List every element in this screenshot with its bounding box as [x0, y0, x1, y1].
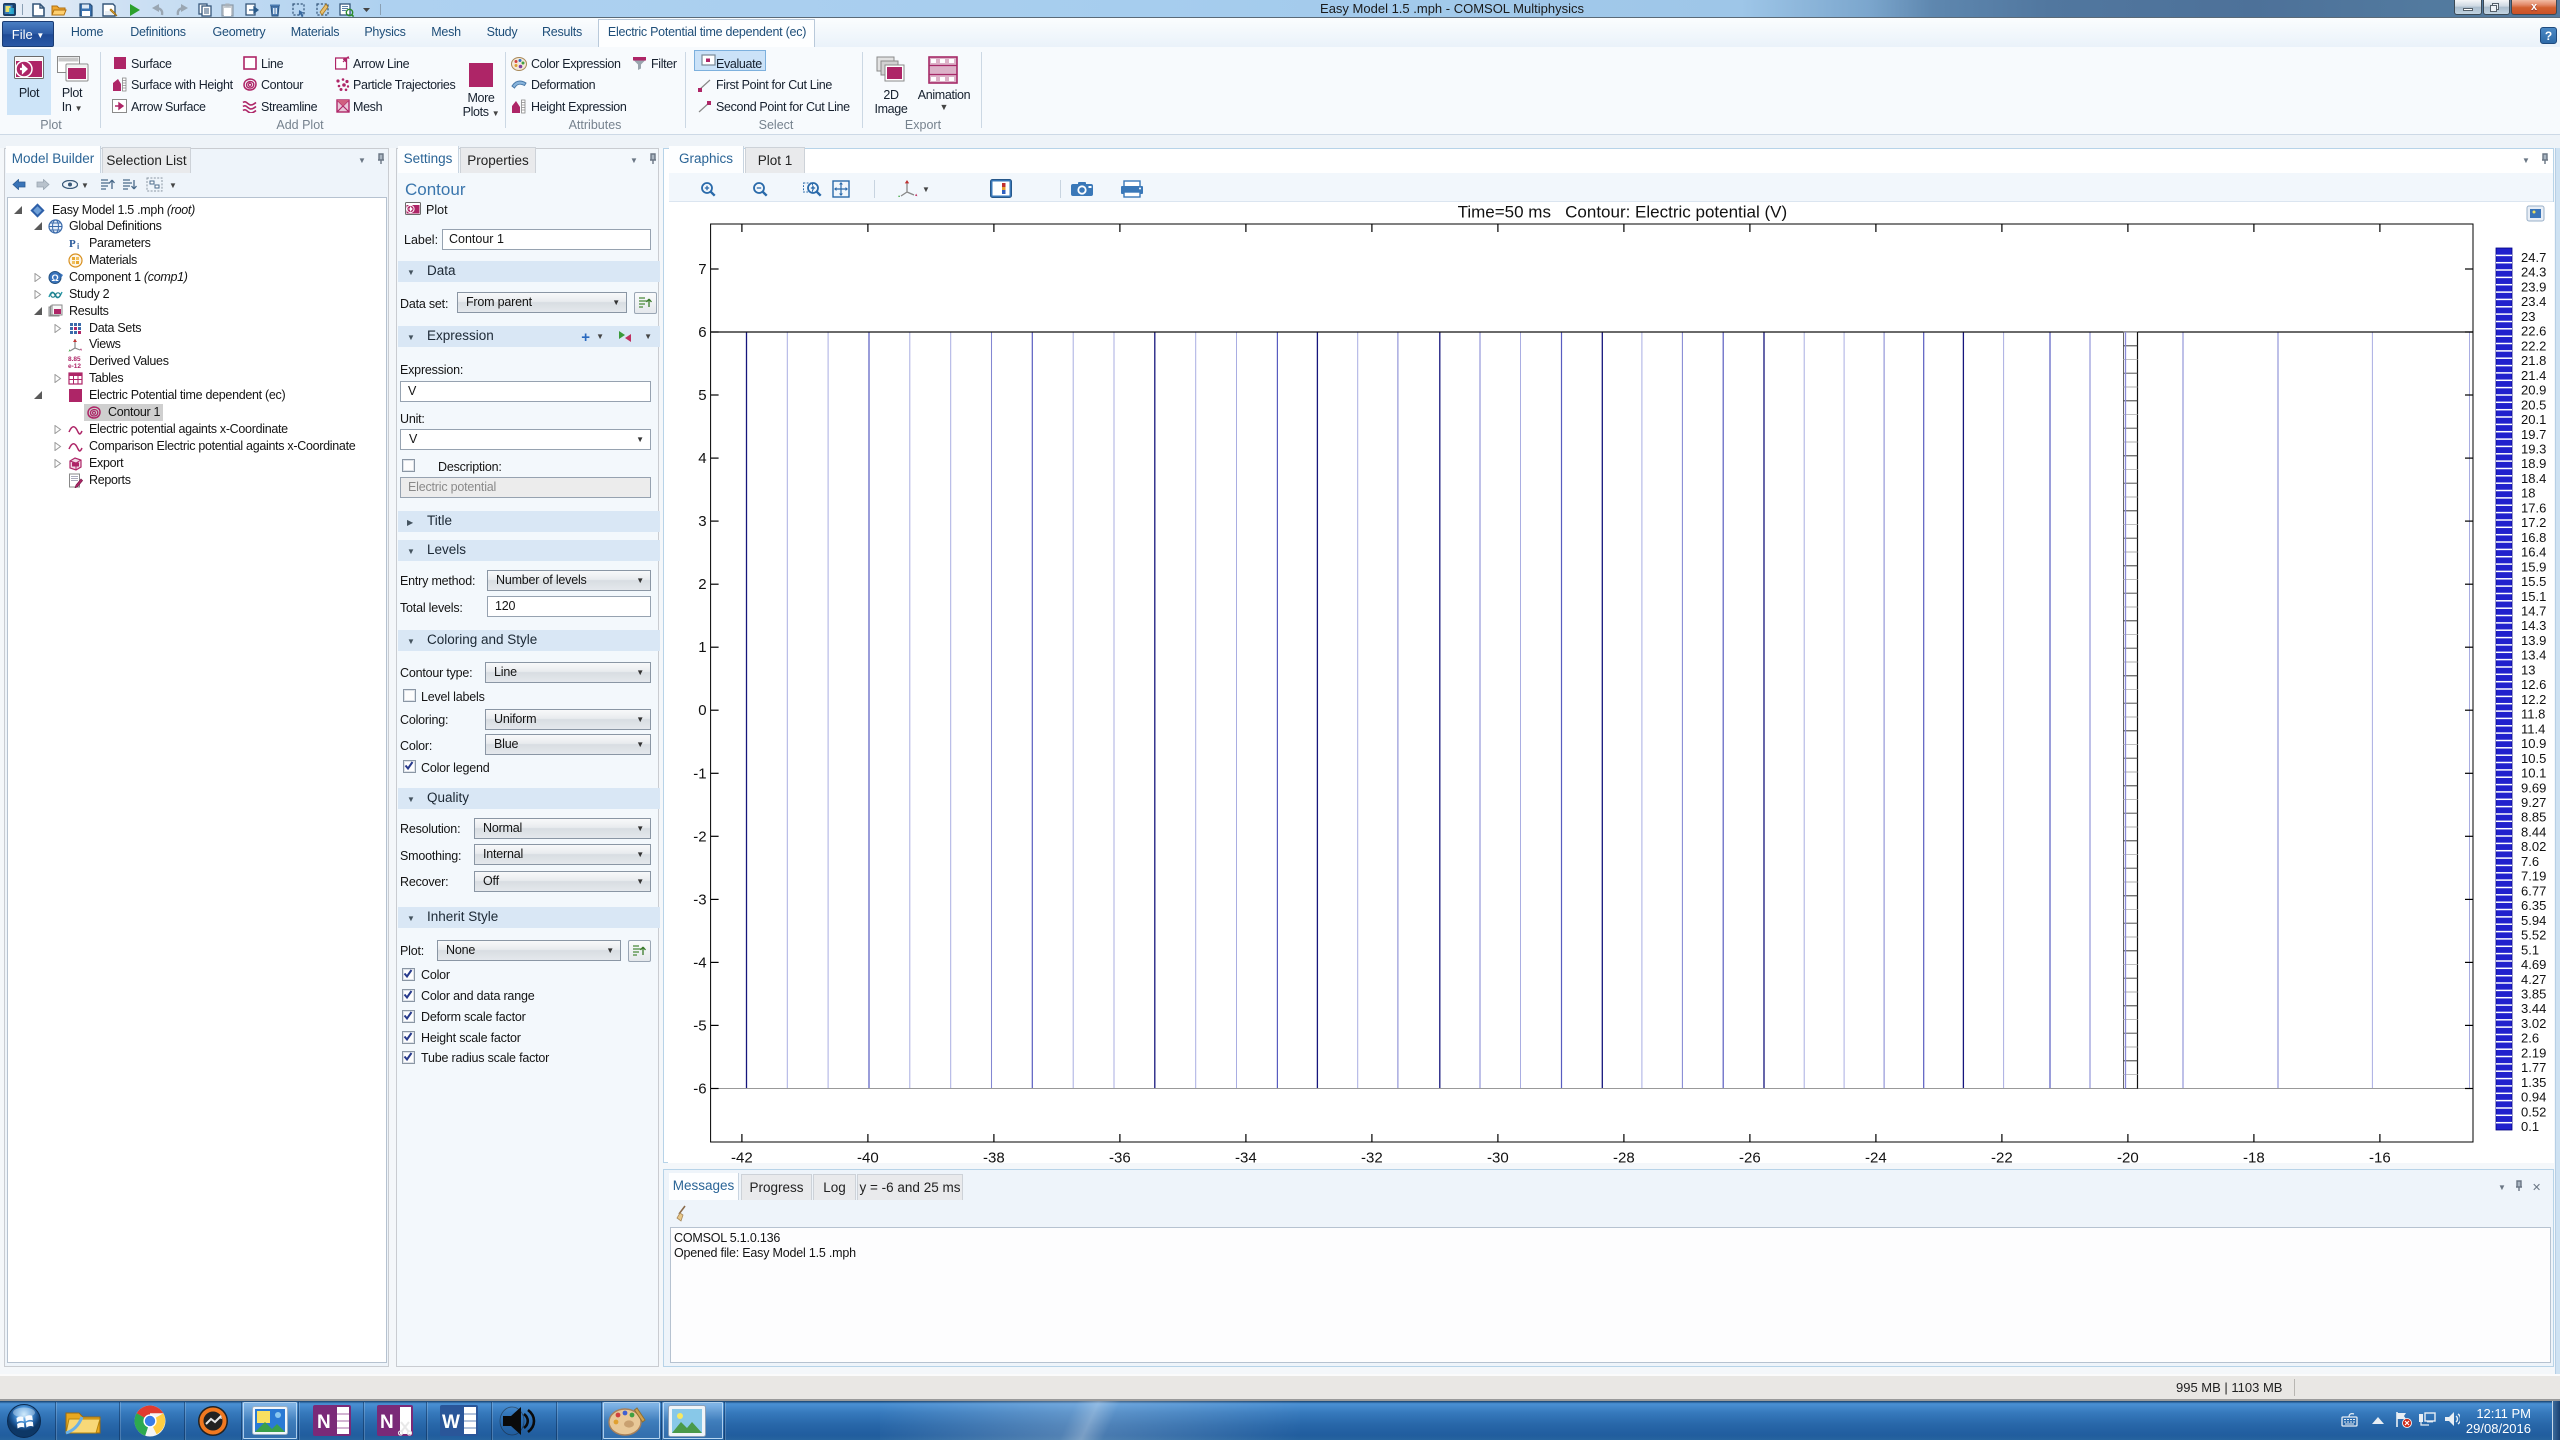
svg-text:20.5: 20.5	[2521, 397, 2546, 412]
svg-text:13.9: 13.9	[2521, 633, 2546, 648]
svg-text:0.1: 0.1	[2521, 1119, 2539, 1134]
svg-text:17.6: 17.6	[2521, 500, 2546, 515]
svg-text:-42: -42	[731, 1150, 753, 1164]
svg-text:3: 3	[698, 513, 706, 530]
svg-text:-26: -26	[1739, 1150, 1761, 1164]
svg-text:10.1: 10.1	[2521, 766, 2546, 781]
svg-text:3.85: 3.85	[2521, 987, 2546, 1002]
svg-text:12.2: 12.2	[2521, 692, 2546, 707]
svg-text:1.77: 1.77	[2521, 1060, 2546, 1075]
svg-text:-5: -5	[693, 1017, 706, 1034]
svg-text:18.9: 18.9	[2521, 456, 2546, 471]
svg-text:-38: -38	[983, 1150, 1005, 1164]
svg-text:-32: -32	[1361, 1150, 1383, 1164]
svg-text:P: P	[69, 238, 76, 250]
svg-text:8.44: 8.44	[2521, 825, 2546, 840]
svg-text:-20: -20	[2117, 1150, 2139, 1164]
svg-text:7.19: 7.19	[2521, 869, 2546, 884]
svg-text:4: 4	[698, 450, 706, 467]
svg-text:3.44: 3.44	[2521, 1001, 2546, 1016]
svg-text:-28: -28	[1613, 1150, 1635, 1164]
svg-text:-34: -34	[1235, 1150, 1257, 1164]
svg-text:13.4: 13.4	[2521, 648, 2546, 663]
svg-text:7: 7	[698, 261, 706, 278]
svg-text:-3: -3	[693, 891, 706, 908]
svg-text:2.19: 2.19	[2521, 1045, 2546, 1060]
svg-text:3.02: 3.02	[2521, 1016, 2546, 1031]
svg-text:0: 0	[698, 702, 706, 719]
svg-text:6.35: 6.35	[2521, 898, 2546, 913]
svg-text:8.85: 8.85	[2521, 810, 2546, 825]
svg-text:N: N	[380, 1412, 394, 1433]
svg-text:7.6: 7.6	[2521, 854, 2539, 869]
svg-text:N: N	[317, 1412, 331, 1433]
svg-text:22.6: 22.6	[2521, 324, 2546, 339]
svg-text:13: 13	[2521, 662, 2535, 677]
svg-text:0.94: 0.94	[2521, 1090, 2546, 1105]
svg-text:8.85: 8.85	[68, 356, 81, 363]
svg-text:15.9: 15.9	[2521, 559, 2546, 574]
svg-text:6: 6	[698, 324, 706, 341]
svg-text:14.3: 14.3	[2521, 618, 2546, 633]
svg-text:18: 18	[2521, 486, 2535, 501]
svg-text:20.1: 20.1	[2521, 412, 2546, 427]
svg-text:11.4: 11.4	[2521, 721, 2545, 736]
svg-text:21.4: 21.4	[2521, 368, 2546, 383]
svg-text:1.35: 1.35	[2521, 1075, 2546, 1090]
svg-text:5.94: 5.94	[2521, 913, 2546, 928]
svg-text:-16: -16	[2369, 1150, 2391, 1164]
svg-text:5.1: 5.1	[2521, 942, 2539, 957]
svg-text:20.9: 20.9	[2521, 383, 2546, 398]
svg-text:14.7: 14.7	[2521, 604, 2546, 619]
svg-text:10.5: 10.5	[2521, 751, 2546, 766]
svg-text:8.02: 8.02	[2521, 839, 2546, 854]
svg-text:24.3: 24.3	[2521, 265, 2546, 280]
svg-text:-22: -22	[1991, 1150, 2013, 1164]
svg-text:-4: -4	[693, 954, 706, 971]
svg-text:18.4: 18.4	[2521, 471, 2546, 486]
svg-text:15.5: 15.5	[2521, 574, 2546, 589]
svg-text:-30: -30	[1487, 1150, 1509, 1164]
svg-text:1: 1	[698, 639, 706, 656]
svg-text:12.6: 12.6	[2521, 677, 2546, 692]
svg-text:2.6: 2.6	[2521, 1031, 2539, 1046]
svg-text:e-12: e-12	[68, 363, 81, 369]
svg-text:-24: -24	[1865, 1150, 1887, 1164]
svg-text:2: 2	[698, 576, 706, 593]
svg-text:23: 23	[2521, 309, 2535, 324]
svg-text:-18: -18	[2243, 1150, 2265, 1164]
svg-text:-1: -1	[693, 765, 706, 782]
svg-text:6.77: 6.77	[2521, 883, 2546, 898]
svg-text:16.8: 16.8	[2521, 530, 2546, 545]
svg-text:-2: -2	[693, 828, 706, 845]
svg-text:9.27: 9.27	[2521, 795, 2546, 810]
svg-text:0.52: 0.52	[2521, 1104, 2546, 1119]
svg-text:19.7: 19.7	[2521, 427, 2546, 442]
svg-text:W: W	[442, 1412, 460, 1433]
svg-text:10.9: 10.9	[2521, 736, 2546, 751]
svg-text:16.4: 16.4	[2521, 545, 2546, 560]
svg-text:-36: -36	[1109, 1150, 1131, 1164]
svg-text:5.52: 5.52	[2521, 928, 2546, 943]
svg-text:15.1: 15.1	[2521, 589, 2546, 604]
svg-text:17.2: 17.2	[2521, 515, 2546, 530]
svg-text:-40: -40	[857, 1150, 879, 1164]
svg-text:11.8: 11.8	[2521, 707, 2545, 722]
svg-text:19.3: 19.3	[2521, 442, 2546, 457]
svg-text:22.2: 22.2	[2521, 338, 2546, 353]
svg-text:Ω: Ω	[52, 273, 59, 283]
svg-text:9.69: 9.69	[2521, 780, 2546, 795]
svg-text:Time=50 ms Contour: Electric: Time=50 ms Contour: Electric potential (…	[1458, 203, 1788, 222]
svg-text:5: 5	[698, 387, 706, 404]
svg-text:24.7: 24.7	[2521, 250, 2546, 265]
svg-text:23.9: 23.9	[2521, 280, 2546, 295]
svg-text:21.8: 21.8	[2521, 353, 2546, 368]
svg-text:23.4: 23.4	[2521, 294, 2546, 309]
svg-text:4.27: 4.27	[2521, 972, 2546, 987]
svg-text:-6: -6	[693, 1081, 706, 1098]
svg-text:4.69: 4.69	[2521, 957, 2546, 972]
svg-text:i: i	[77, 242, 79, 251]
